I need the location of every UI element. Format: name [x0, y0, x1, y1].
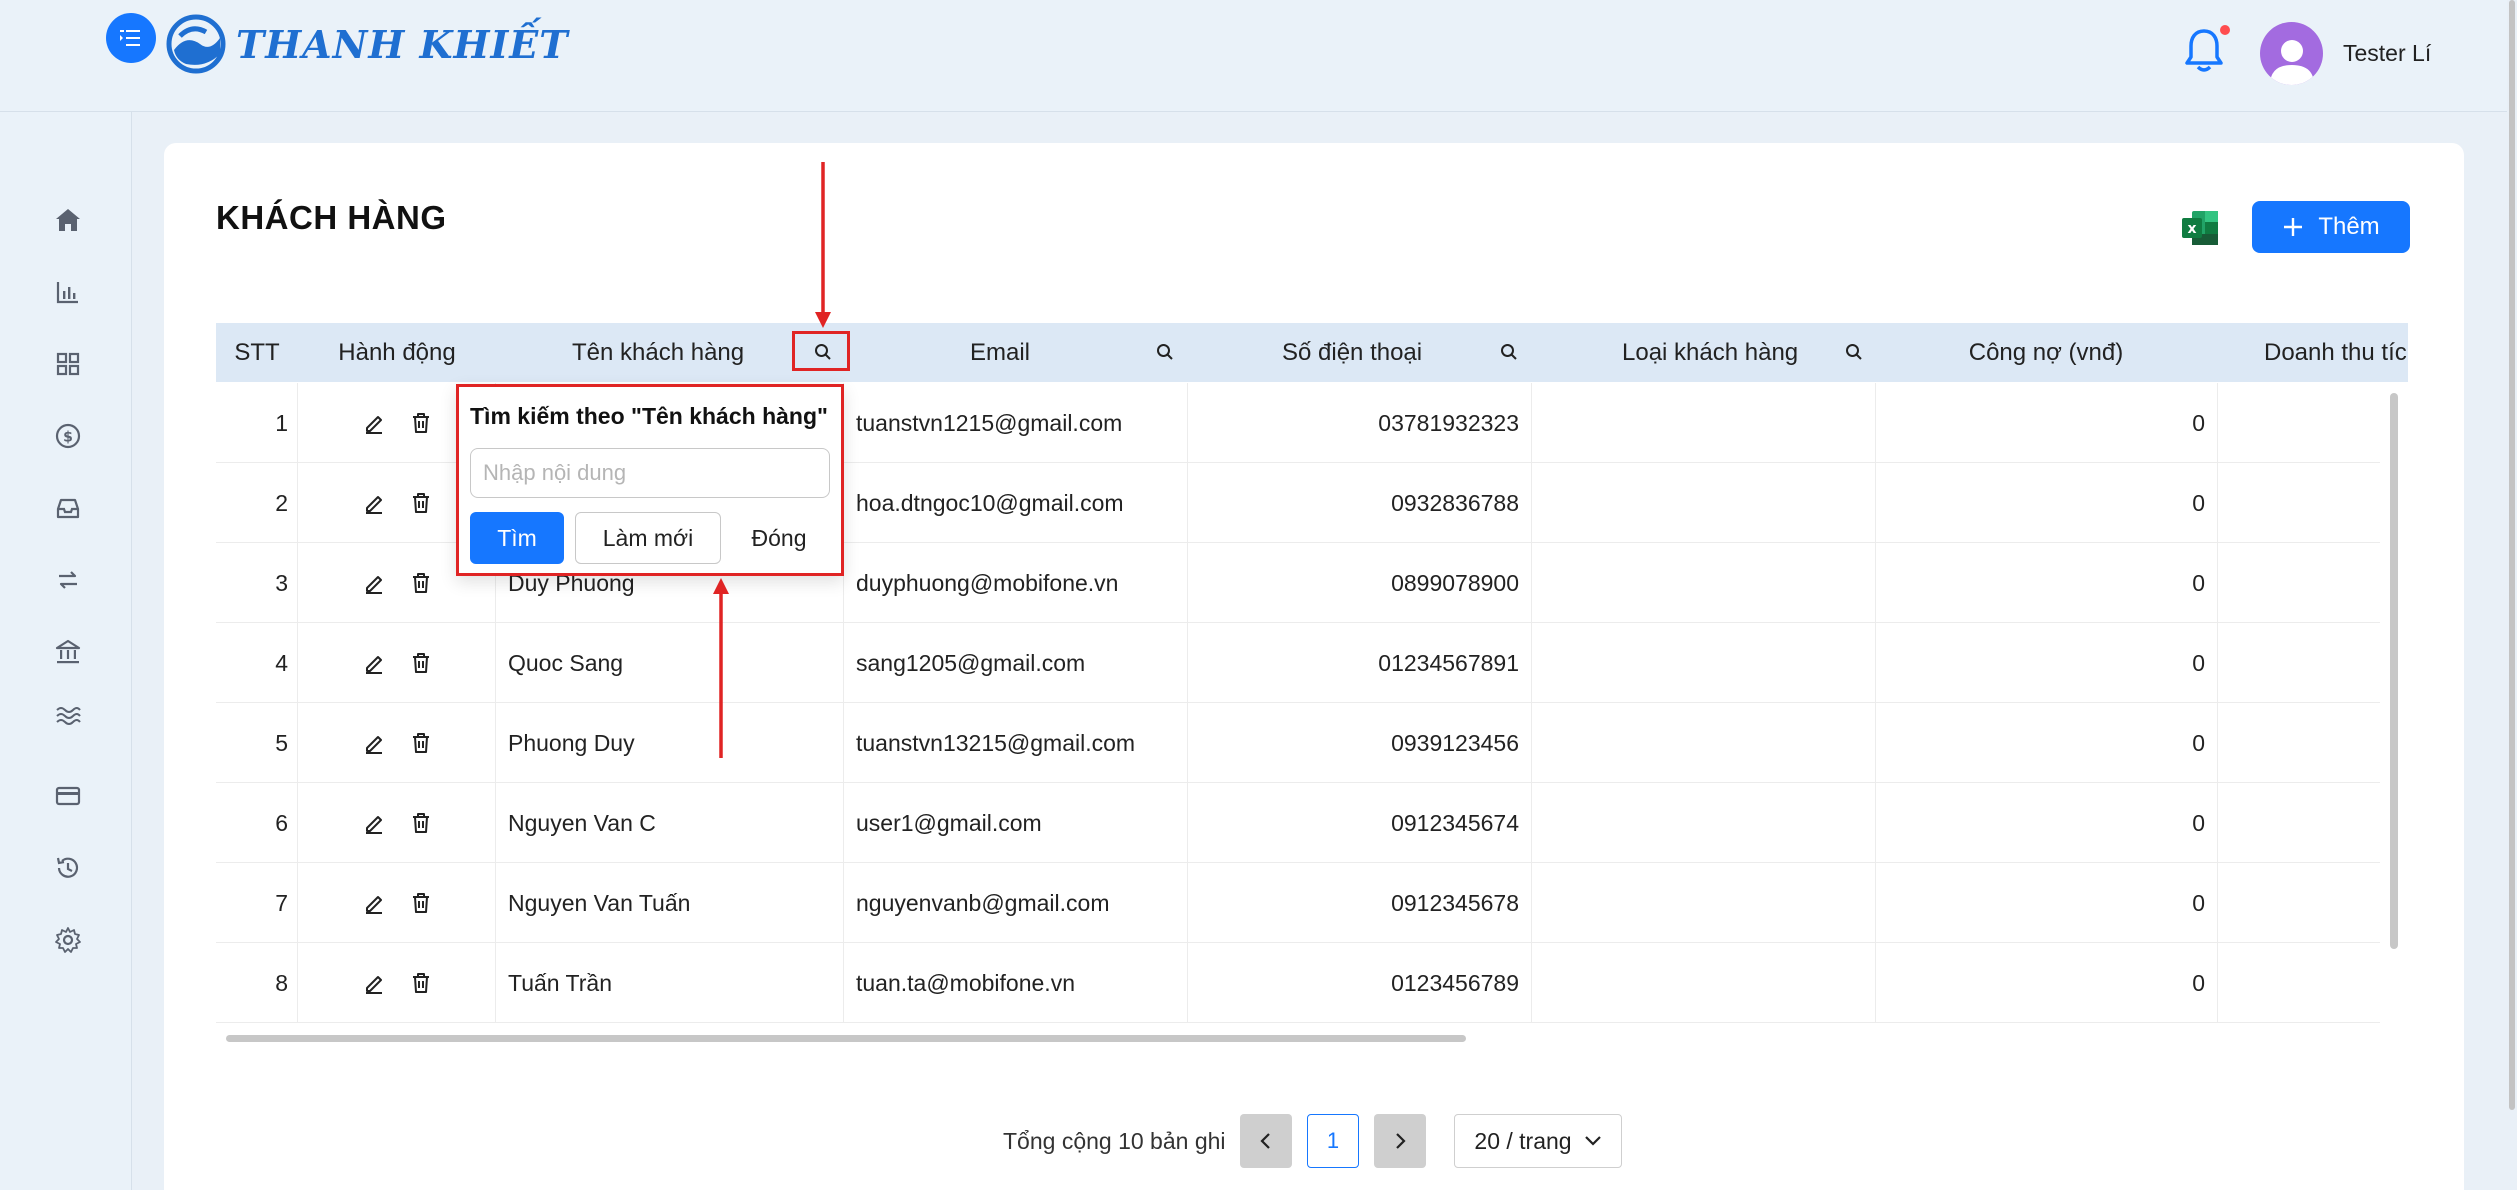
page-size-value: 20 / trang	[1474, 1127, 1572, 1154]
chevron-down-icon	[1584, 1136, 1601, 1146]
page-number-button[interactable]: 1	[1307, 1114, 1359, 1168]
annotation-arrow-up	[713, 578, 729, 758]
prev-page-button[interactable]	[1240, 1114, 1292, 1168]
annotation-highlight-box	[792, 331, 850, 371]
next-page-button[interactable]	[1374, 1114, 1426, 1168]
chevron-left-icon	[1260, 1133, 1270, 1149]
page-size-select[interactable]: 20 / trang	[1454, 1114, 1622, 1168]
chevron-right-icon	[1396, 1133, 1406, 1149]
pagination-total: Tổng cộng 10 bản ghi	[1003, 1128, 1226, 1154]
annotation-arrow-down	[815, 162, 831, 328]
annotation-overlay	[713, 162, 831, 758]
page-scrollbar[interactable]	[2509, 0, 2515, 1110]
